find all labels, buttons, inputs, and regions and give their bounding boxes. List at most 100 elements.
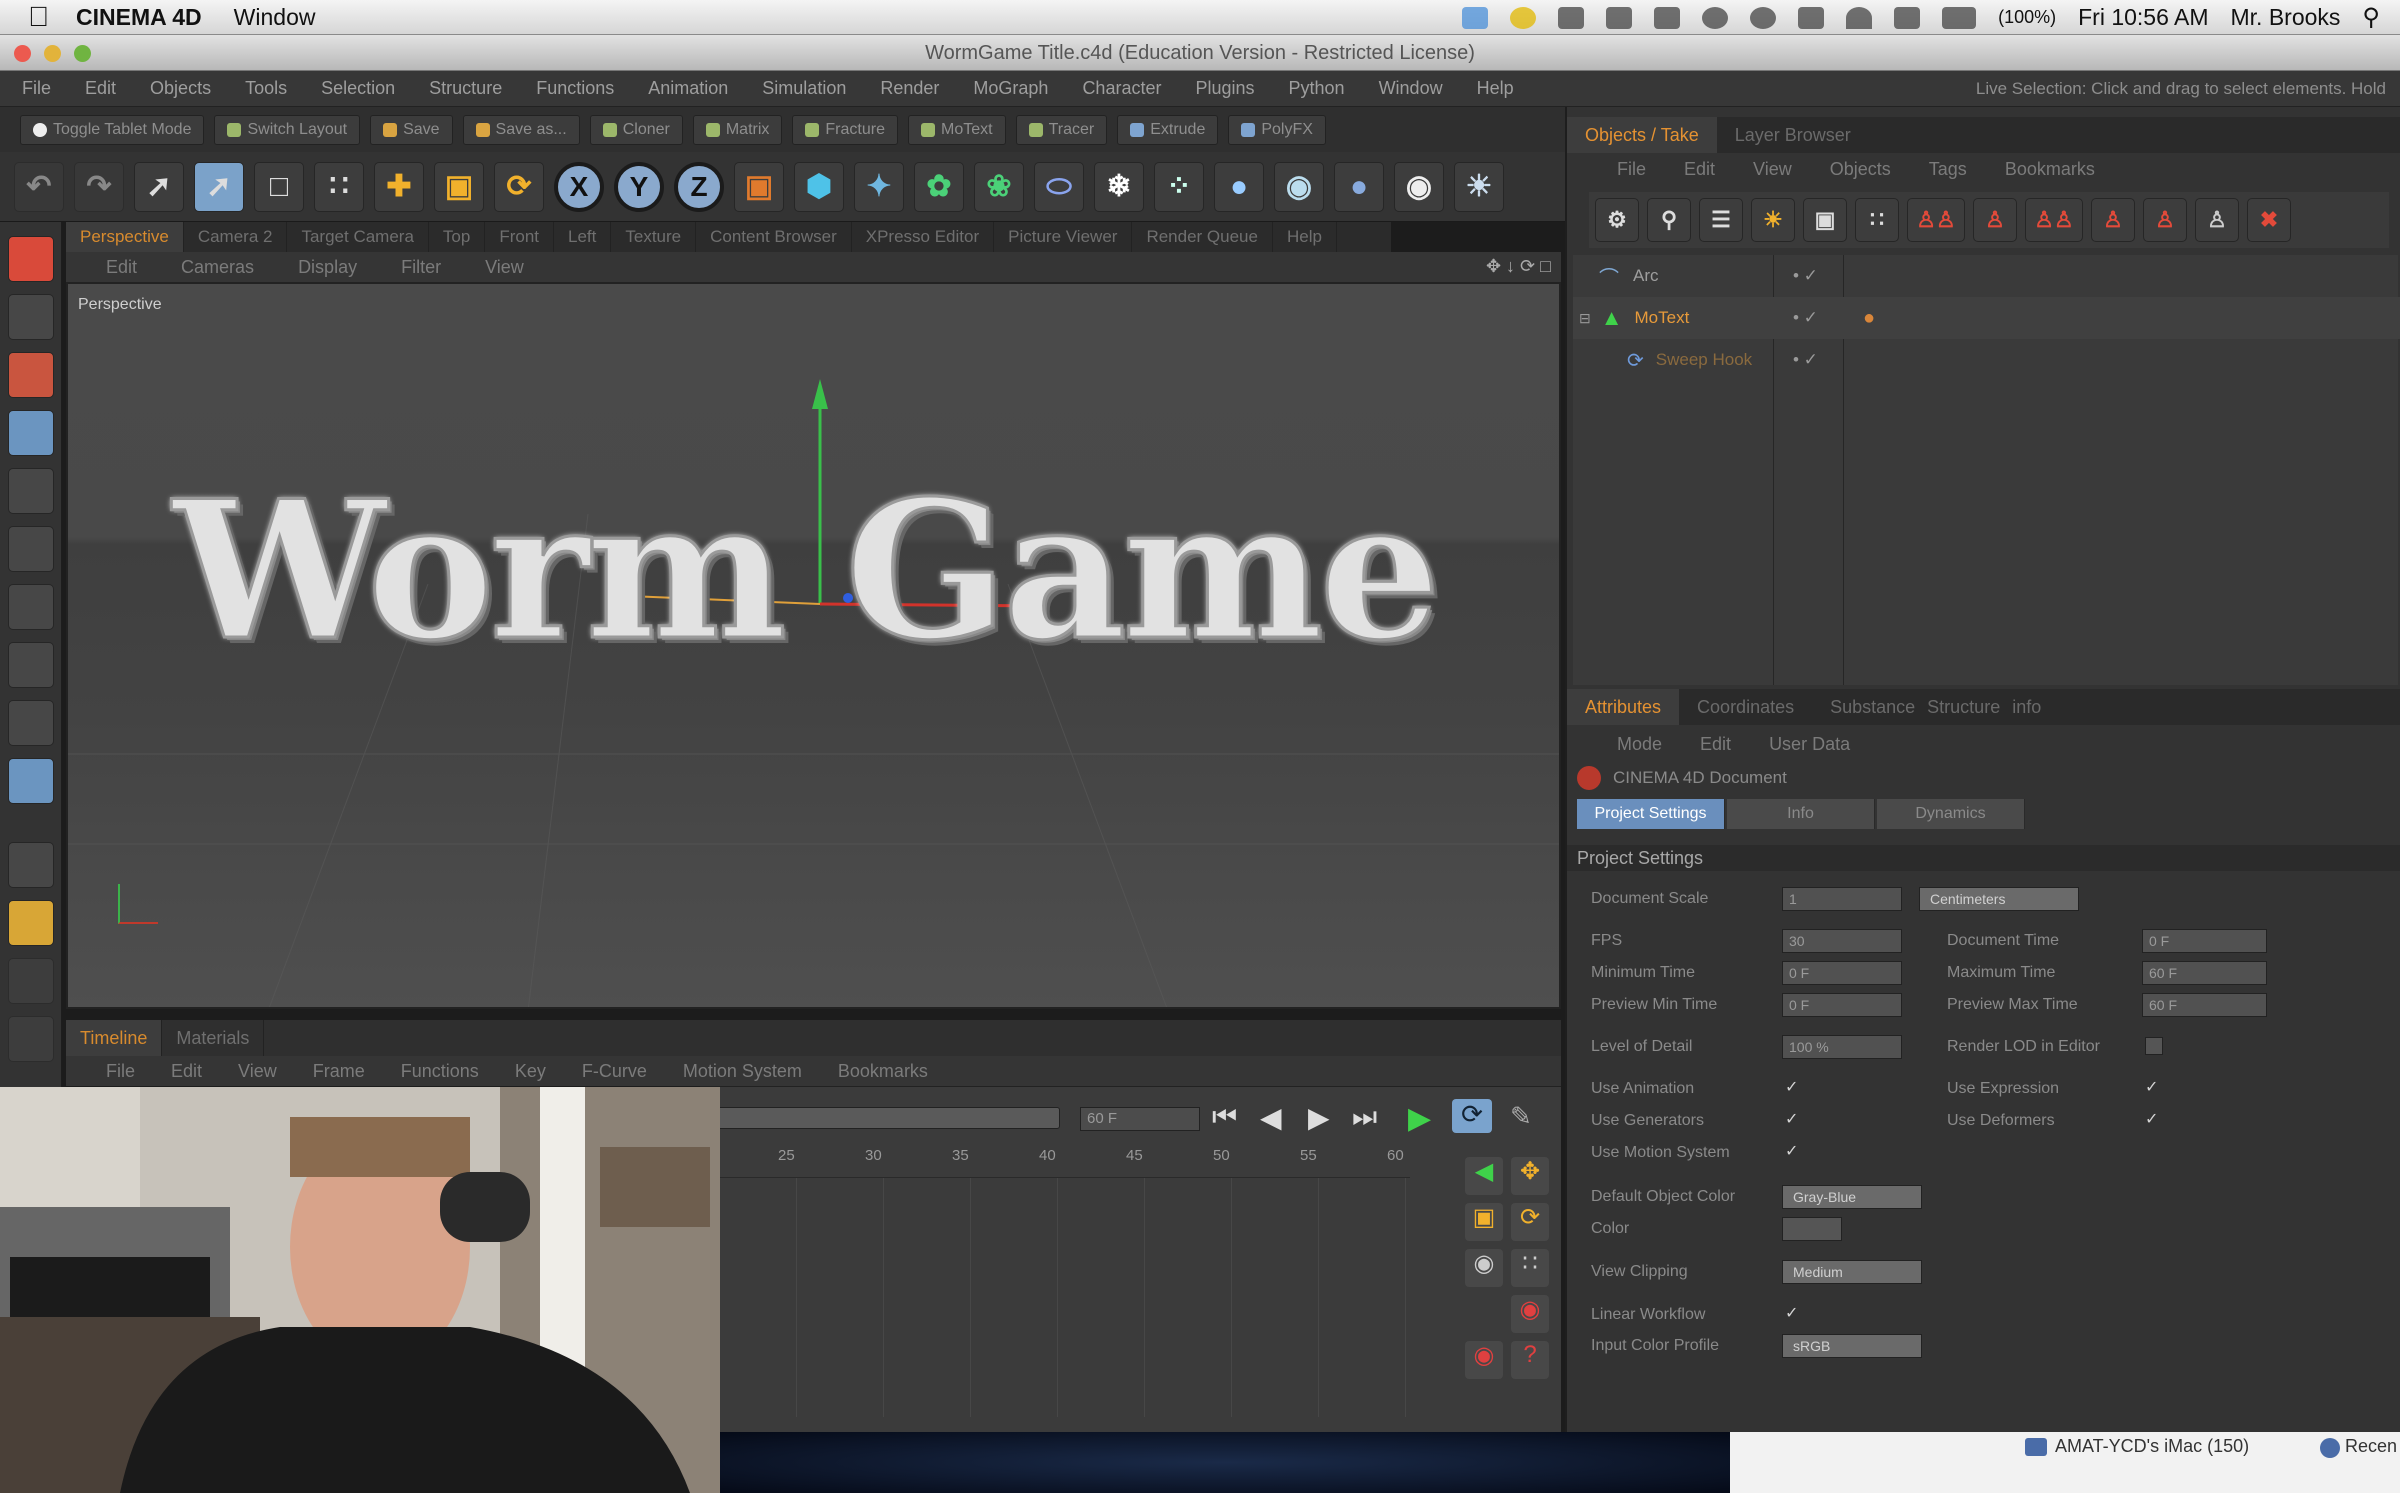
subtab-project-settings[interactable]: Project Settings (1577, 799, 1725, 829)
use-generators-checkbox[interactable]: ✓ (1785, 1111, 1803, 1129)
object-row-sweep[interactable]: ⟳ Sweep Hook • ✓ (1573, 339, 2400, 381)
frame-slider[interactable] (710, 1107, 1060, 1129)
visibility-dots[interactable]: • ✓ (1793, 350, 1818, 370)
objects-menu-bookmarks[interactable]: Bookmarks (2005, 159, 2095, 180)
save-button[interactable]: Save (370, 114, 453, 145)
tab-xpresso-editor[interactable]: XPresso Editor (852, 222, 995, 252)
move-key-icon[interactable]: ✥ (1511, 1157, 1549, 1195)
close-window-button[interactable] (14, 45, 31, 62)
objects-menu-view[interactable]: View (1753, 159, 1792, 180)
tab-info[interactable]: info (2006, 689, 2059, 725)
menu-selection[interactable]: Selection (321, 78, 395, 99)
volume-icon[interactable] (1894, 6, 1921, 29)
use-animation-checkbox[interactable]: ✓ (1785, 1079, 1803, 1097)
display-icon[interactable] (1798, 6, 1825, 29)
material-icon[interactable]: ◉ (1274, 161, 1324, 212)
goto-end-icon[interactable]: ⏭ (1352, 1101, 1377, 1134)
tab-structure[interactable]: Structure (1921, 689, 2006, 725)
viewport-menu-view[interactable]: View (485, 257, 524, 278)
linear-workflow-checkbox[interactable]: ✓ (1785, 1305, 1803, 1323)
dock-item-imac[interactable]: AMAT-YCD's iMac (150) (2055, 1436, 2249, 1457)
uv-mode-icon[interactable] (8, 700, 54, 746)
scale-icon[interactable]: ▣ (434, 161, 484, 212)
render-lod-checkbox[interactable] (2145, 1037, 2163, 1055)
battery-icon[interactable] (1942, 6, 1977, 29)
visibility-dots[interactable]: • ✓ (1793, 308, 1818, 328)
z-axis-lock[interactable]: Z (674, 161, 724, 212)
character-icon[interactable]: ♙ (1973, 198, 2017, 242)
character-icon[interactable]: ♙♙ (1907, 198, 1965, 242)
scale-key-icon[interactable]: ▣ (1465, 1203, 1503, 1241)
tab-layer-browser[interactable]: Layer Browser (1717, 117, 1869, 153)
visibility-dots[interactable]: • ✓ (1793, 266, 1818, 286)
preview-min-time-field[interactable]: 0 F (1782, 993, 1902, 1017)
tab-objects[interactable]: Objects / Take (1567, 117, 1717, 153)
alert-icon[interactable] (1510, 6, 1537, 29)
light-object-icon[interactable]: ☀ (1751, 198, 1795, 242)
menu-character[interactable]: Character (1082, 78, 1161, 99)
document-scale-field[interactable]: 1 (1782, 887, 1902, 911)
use-expression-checkbox[interactable]: ✓ (2145, 1079, 2163, 1097)
tray-icon[interactable] (1606, 6, 1633, 29)
viewport-menu-cameras[interactable]: Cameras (181, 257, 254, 278)
attributes-menu-edit[interactable]: Edit (1700, 734, 1731, 755)
layer-icon[interactable]: ▣ (1803, 198, 1847, 242)
objects-menu-tags[interactable]: Tags (1929, 159, 1967, 180)
redo-icon[interactable]: ↷ (74, 161, 124, 212)
tab-materials[interactable]: Materials (162, 1020, 265, 1056)
frame-field[interactable]: 60 F (1080, 1107, 1200, 1131)
material-tag-icon[interactable]: ● (1863, 307, 1875, 330)
tab-perspective[interactable]: Perspective (66, 222, 184, 252)
mac-menu-window[interactable]: Window (234, 4, 316, 31)
dock-item-recent[interactable]: Recen (2345, 1436, 2397, 1457)
workplane-icon[interactable] (8, 842, 54, 888)
timeline-menu-motion-system[interactable]: Motion System (683, 1061, 802, 1082)
objects-menu-edit[interactable]: Edit (1684, 159, 1715, 180)
delete-character-icon[interactable]: ✖ (2247, 198, 2291, 242)
tab-top[interactable]: Top (429, 222, 486, 252)
menu-structure[interactable]: Structure (429, 78, 502, 99)
select-arrow-icon[interactable]: ➚ (134, 161, 184, 212)
sculpt-icon[interactable] (8, 958, 54, 1004)
maximum-time-field[interactable]: 60 F (2142, 961, 2267, 985)
model-mode-icon[interactable] (8, 294, 54, 340)
goto-start-icon[interactable]: ⏮ (1212, 1101, 1237, 1134)
array-icon[interactable]: ❀ (974, 161, 1024, 212)
auto-key-icon[interactable]: ◉ (1465, 1341, 1503, 1379)
step-back-icon[interactable]: ◀ (1260, 1101, 1282, 1134)
param-key-icon[interactable]: ◉ (1465, 1249, 1503, 1287)
timeline-menu-fcurve[interactable]: F-Curve (582, 1061, 647, 1082)
expand-icon[interactable]: ⊟ (1579, 310, 1591, 327)
play-icon[interactable]: ▶ (1408, 1101, 1431, 1136)
menu-functions[interactable]: Functions (536, 78, 614, 99)
apple-icon[interactable]:  (28, 2, 58, 32)
tray-icon[interactable] (1654, 6, 1681, 29)
menu-edit[interactable]: Edit (85, 78, 116, 99)
screen-share-icon[interactable] (2025, 1438, 2047, 1456)
box-selection-icon[interactable]: □ (254, 161, 304, 212)
timeline-menu-edit[interactable]: Edit (171, 1061, 202, 1082)
tray-icon[interactable] (1558, 6, 1585, 29)
tab-picture-viewer[interactable]: Picture Viewer (994, 222, 1133, 252)
subtab-dynamics[interactable]: Dynamics (1877, 799, 2025, 829)
menu-python[interactable]: Python (1289, 78, 1345, 99)
save-as-button[interactable]: Save as... (462, 114, 580, 145)
object-row-arc[interactable]: ⌒ Arc • ✓ (1573, 255, 2400, 297)
cloner-button[interactable]: Cloner (589, 114, 683, 145)
minimum-time-field[interactable]: 0 F (1782, 961, 1902, 985)
menu-animation[interactable]: Animation (648, 78, 728, 99)
input-color-profile-dropdown[interactable]: sRGB (1782, 1334, 1922, 1358)
fps-field[interactable]: 30 (1782, 929, 1902, 953)
x-axis-lock[interactable]: X (554, 161, 604, 212)
tab-left[interactable]: Left (554, 222, 612, 252)
loop-icon[interactable]: ⟳ (1452, 1099, 1492, 1133)
tab-content-browser[interactable]: Content Browser (696, 222, 852, 252)
character-icon[interactable]: ♙ (2091, 198, 2135, 242)
make-editable-icon[interactable] (8, 236, 54, 282)
tags-icon[interactable]: ● (1334, 161, 1384, 212)
fracture-button[interactable]: Fracture (792, 114, 898, 145)
viewport-menu-edit[interactable]: Edit (106, 257, 137, 278)
tab-timeline[interactable]: Timeline (66, 1020, 163, 1056)
dropbox-icon[interactable] (1462, 6, 1489, 29)
3d-viewport[interactable]: Perspective Worm Game (66, 282, 1561, 1009)
